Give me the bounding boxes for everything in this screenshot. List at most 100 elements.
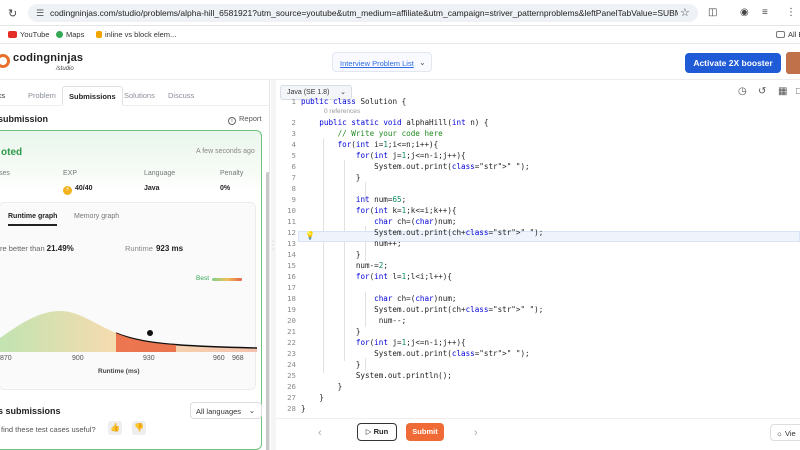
- bookmark-all[interactable]: All B: [776, 30, 800, 39]
- language-filter-select[interactable]: All languages ⌄: [190, 402, 262, 419]
- stat-label-exp: EXP: [63, 170, 78, 177]
- beats-value: 21.49%: [46, 244, 74, 253]
- code-line[interactable]: System.out.print(ch+class="str">" ");: [301, 228, 543, 237]
- reading-list-icon[interactable]: ≡: [762, 7, 768, 18]
- interview-problem-list-button[interactable]: Interview Problem List ⌄: [332, 52, 432, 72]
- code-line[interactable]: }: [301, 173, 361, 182]
- chevron-left-icon[interactable]: ‹: [318, 427, 322, 439]
- x-tick: 870: [0, 355, 12, 362]
- chevron-right-icon[interactable]: ›: [474, 427, 478, 439]
- menu-icon[interactable]: ⋮: [786, 7, 796, 18]
- code-line[interactable]: }: [301, 382, 343, 391]
- url-text[interactable]: codingninjas.com/studio/problems/alpha-h…: [50, 8, 678, 18]
- line-number: 22: [287, 338, 296, 347]
- code-line[interactable]: // Write your code here: [301, 129, 443, 138]
- line-number: 17: [287, 283, 296, 292]
- code-line[interactable]: }: [301, 327, 361, 336]
- reset-icon[interactable]: ↺: [758, 86, 766, 97]
- run-button[interactable]: ▷ Run: [357, 423, 397, 441]
- runtime-stat: Runtime 923 ms: [125, 244, 184, 253]
- problem-tabs: ics Problem Submissions Solutions Discus…: [0, 84, 269, 106]
- bookmark-youtube[interactable]: YouTube: [8, 30, 49, 39]
- feedback-question: find these test cases useful?: [1, 425, 96, 434]
- code-line[interactable]: for(int l=1;l<i;l++){: [301, 272, 452, 281]
- code-line[interactable]: }: [301, 250, 361, 259]
- tab-topics[interactable]: ics: [0, 91, 5, 100]
- timer-icon[interactable]: ◷: [738, 86, 747, 97]
- line-number: 2: [291, 118, 296, 127]
- bookmark-inline-block[interactable]: inline vs block elem...: [96, 30, 176, 39]
- page-icon: [96, 31, 102, 38]
- stat-label-cases: ses: [0, 170, 10, 177]
- tab-discuss[interactable]: Discuss: [168, 91, 194, 100]
- code-line[interactable]: for(int i=1;i<=n;i++){: [301, 140, 439, 149]
- code-line[interactable]: int num=65;: [301, 195, 406, 204]
- line-number: 11: [287, 217, 296, 226]
- code-line[interactable]: char ch=(char)num;: [301, 217, 456, 226]
- logo[interactable]: codingninjas: [13, 52, 83, 64]
- report-button[interactable]: i Report: [228, 114, 262, 125]
- code-line[interactable]: num-=2;: [301, 261, 388, 270]
- stat-label-penalty: Penalty: [220, 170, 244, 177]
- layout-icon[interactable]: ▦: [778, 86, 787, 97]
- folder-icon: [776, 31, 785, 38]
- code-line[interactable]: }: [301, 404, 306, 413]
- bolt-icon: ⚡: [63, 186, 72, 195]
- code-line[interactable]: System.out.print(class="str">" ");: [301, 162, 529, 171]
- code-line[interactable]: System.out.print(ch+class="str">" ");: [301, 305, 543, 314]
- chevron-down-icon: ⌄: [419, 58, 426, 67]
- left-panel-scrollbar[interactable]: [266, 172, 269, 450]
- chevron-down-icon: ⌄: [340, 89, 346, 96]
- best-gradient-bar: [212, 278, 242, 281]
- code-line[interactable]: public class Solution {: [301, 97, 406, 106]
- left-panel: ics Problem Submissions Solutions Discus…: [0, 80, 270, 450]
- thumbs-up-icon[interactable]: 👍: [108, 421, 122, 435]
- line-number: 4: [291, 140, 296, 149]
- code-line[interactable]: public static void alphaHill(int n) {: [301, 118, 488, 127]
- code-line[interactable]: System.out.println();: [301, 371, 452, 380]
- site-info-icon[interactable]: ☰: [36, 8, 44, 19]
- reload-icon[interactable]: ↻: [8, 7, 17, 20]
- line-number: 3: [291, 129, 296, 138]
- code-line[interactable]: for(int k=1;k<=i;k++){: [301, 206, 457, 215]
- submission-title: submission: [0, 114, 49, 124]
- line-number: 24: [287, 360, 296, 369]
- submit-button[interactable]: Submit: [406, 423, 444, 441]
- line-number: 23: [287, 349, 296, 358]
- code-line[interactable]: System.out.print(class="str">" ");: [301, 349, 529, 358]
- line-number: 8: [291, 184, 296, 193]
- tab-runtime-graph[interactable]: Runtime graph: [8, 213, 58, 226]
- profile-icon[interactable]: ◉: [740, 7, 749, 18]
- drag-handle-icon: · · ·: [272, 238, 275, 253]
- bookmarks-bar: YouTube Maps inline vs block elem... All…: [0, 26, 800, 44]
- activate-booster-button[interactable]: Activate 2X booster: [685, 53, 781, 73]
- code-line[interactable]: }: [301, 360, 361, 369]
- tab-problem[interactable]: Problem: [28, 91, 56, 100]
- code-line[interactable]: for(int j=1;j<=n-i;j++){: [301, 338, 466, 347]
- code-line[interactable]: num++;: [301, 239, 401, 248]
- code-lens-references[interactable]: 0 references: [324, 108, 360, 115]
- tab-solutions[interactable]: Solutions: [124, 91, 155, 100]
- view-button[interactable]: ☼ Vie: [770, 424, 800, 441]
- stat-label-language: Language: [144, 170, 176, 177]
- code-editor[interactable]: 💡 1 public class Solution {0 references 2 …: [276, 97, 800, 418]
- runtime-value: 923 ms: [155, 244, 184, 253]
- line-number: 21: [287, 327, 296, 336]
- tab-memory-graph[interactable]: Memory graph: [74, 213, 119, 220]
- site-header: codingninjas /studio Interview Problem L…: [0, 44, 800, 80]
- tab-submissions[interactable]: Submissions: [62, 86, 123, 106]
- fullscreen-icon[interactable]: □: [796, 86, 800, 97]
- bookmark-maps[interactable]: Maps: [56, 30, 84, 39]
- extensions-icon[interactable]: ◫: [708, 7, 717, 18]
- line-number: 27: [287, 393, 296, 402]
- code-line[interactable]: }: [301, 393, 324, 402]
- code-line[interactable]: for(int j=1;j<=n-i;j++){: [301, 151, 466, 160]
- thumbs-down-icon[interactable]: 👎: [132, 421, 146, 435]
- youtube-icon: [8, 31, 17, 38]
- code-line[interactable]: char ch=(char)num;: [301, 294, 456, 303]
- bookmark-star-icon[interactable]: ☆: [680, 6, 690, 19]
- runtime-distribution-chart: [0, 310, 257, 352]
- avatar[interactable]: [786, 52, 800, 74]
- line-number: 9: [291, 195, 296, 204]
- code-line[interactable]: num--;: [301, 316, 406, 325]
